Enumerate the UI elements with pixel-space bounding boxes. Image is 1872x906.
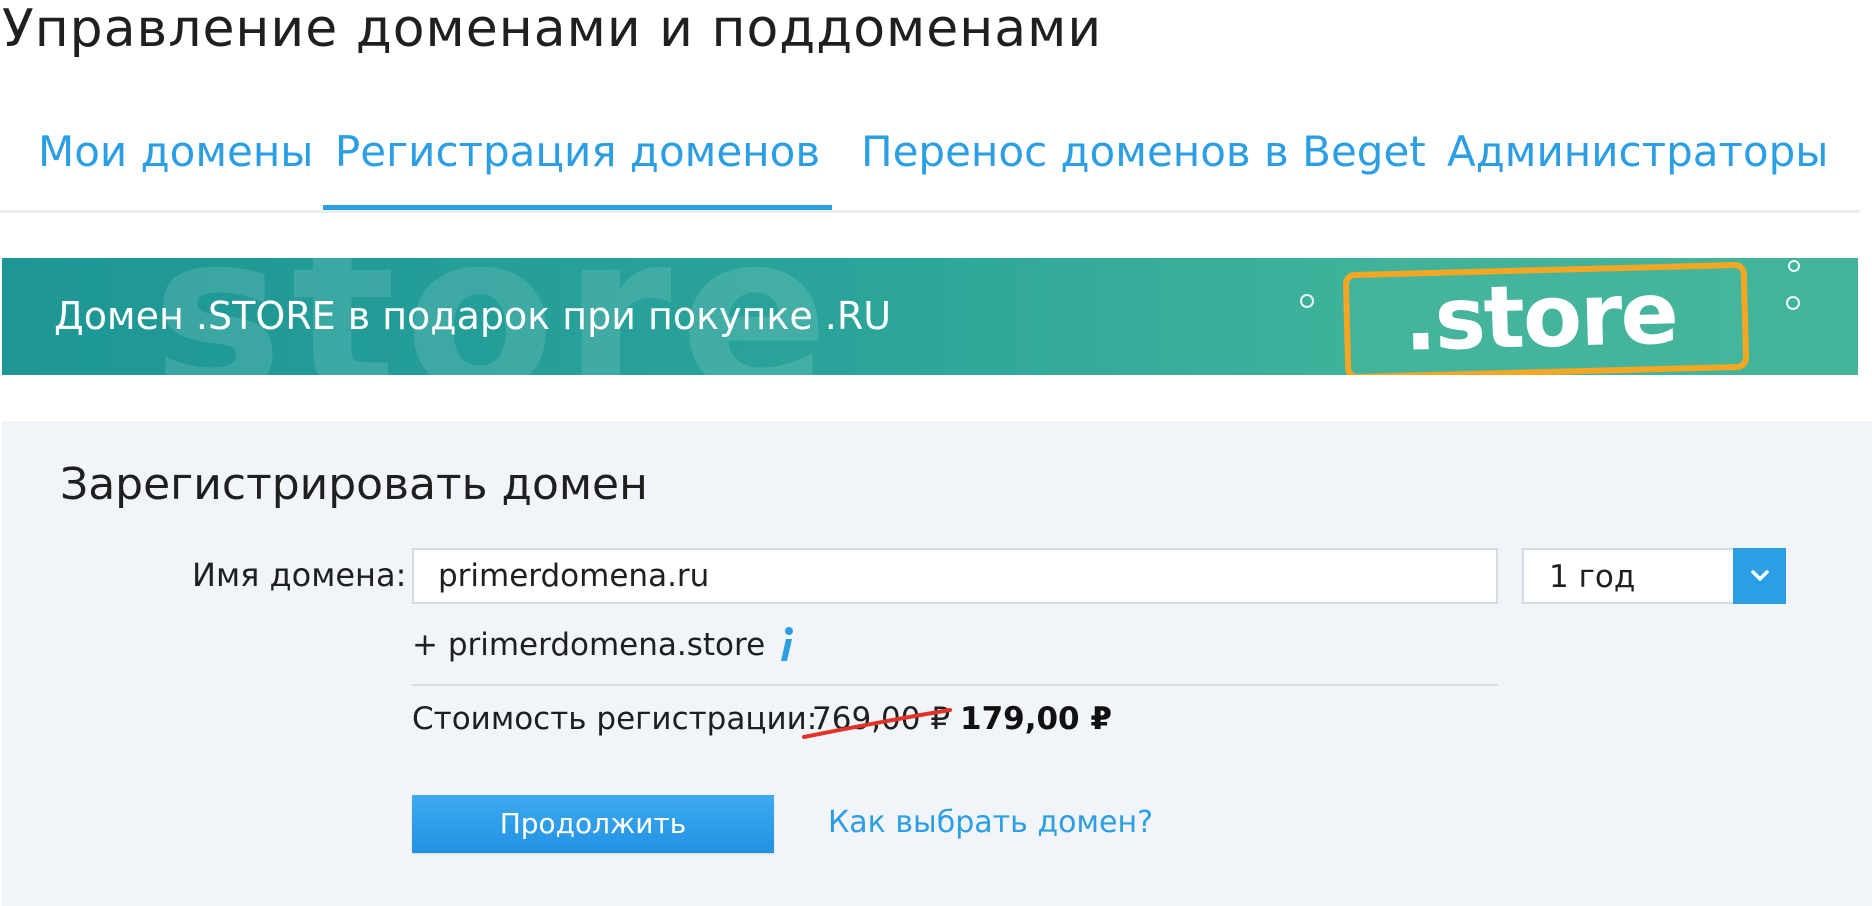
promo-circle-decoration <box>1300 294 1314 308</box>
domain-name-label: Имя домена: <box>192 556 407 594</box>
promo-ring-decoration <box>1788 260 1800 272</box>
chevron-down-icon[interactable] <box>1733 548 1786 604</box>
price-label: Стоимость регистрации: <box>412 701 818 737</box>
tab-my-domains[interactable]: Мои домены <box>38 124 313 210</box>
registration-period-select[interactable]: 1 год <box>1522 548 1786 604</box>
tab-administrators[interactable]: Администраторы <box>1447 124 1828 210</box>
new-price: 179,00 ₽ <box>960 701 1112 737</box>
promo-text: Домен .STORE в подарок при покупке .RU <box>54 294 892 338</box>
promo-circle-decoration <box>1786 296 1800 310</box>
store-promo-banner[interactable]: store Домен .STORE в подарок при покупке… <box>2 258 1858 375</box>
store-sign-text: .store <box>1402 263 1678 371</box>
domain-registration-form: Зарегистрировать домен Имя домена: 1 год… <box>2 421 1872 906</box>
domain-tabs: Мои домены Регистрация доменов Перенос д… <box>0 112 1860 213</box>
domain-name-input[interactable] <box>412 548 1498 604</box>
page-title: Управление доменами и поддоменами <box>2 0 1103 59</box>
tab-domain-transfer[interactable]: Перенос доменов в Beget <box>861 124 1426 210</box>
form-title: Зарегистрировать домен <box>60 459 648 510</box>
bonus-domain: + primerdomena.store <box>412 623 797 667</box>
tab-domain-registration[interactable]: Регистрация доменов <box>323 124 832 210</box>
info-icon[interactable] <box>777 624 797 666</box>
registration-period-value: 1 год <box>1549 559 1636 595</box>
domain-management-page: Управление доменами и поддоменами Мои до… <box>0 0 1872 906</box>
bonus-domain-text: + primerdomena.store <box>412 627 766 663</box>
form-divider <box>412 684 1498 686</box>
store-sign: .store <box>1342 261 1750 375</box>
how-to-choose-domain-link[interactable]: Как выбрать домен? <box>828 802 1153 844</box>
continue-button[interactable]: Продолжить <box>412 795 774 853</box>
old-price-strike-line <box>802 708 952 739</box>
